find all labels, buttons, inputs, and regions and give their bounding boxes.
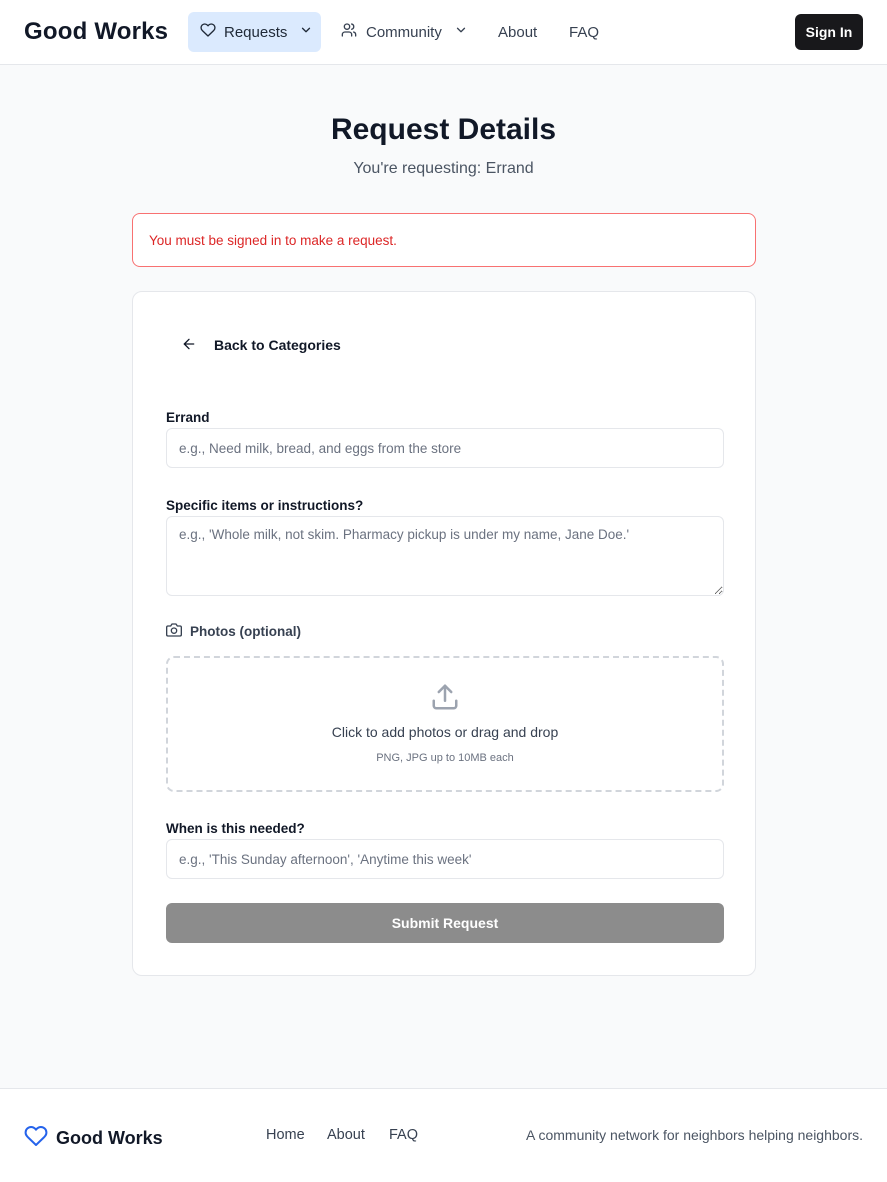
footer: Good Works Home About FAQ A community ne… <box>0 1088 887 1182</box>
sign-in-button[interactable]: Sign In <box>795 14 863 50</box>
footer-home-link[interactable]: Home <box>266 1127 305 1143</box>
alert-message: You must be signed in to make a request. <box>149 232 397 248</box>
top-nav-bar: Good Works Requests Community About FAQ … <box>0 0 887 65</box>
footer-faq-link[interactable]: FAQ <box>389 1127 418 1143</box>
back-to-categories-button[interactable]: Back to Categories <box>181 333 341 357</box>
nav-requests-dropdown[interactable]: Requests <box>188 12 321 52</box>
instructions-textarea[interactable] <box>166 516 724 596</box>
nav-about-link[interactable]: About <box>498 12 537 52</box>
when-needed-input[interactable] <box>166 839 724 879</box>
dropzone-text: Click to add photos or drag and drop <box>331 724 559 740</box>
brand-logo[interactable]: Good Works <box>24 18 168 46</box>
page-subtitle: You're requesting: Errand <box>353 160 534 177</box>
chevron-down-icon <box>454 23 468 41</box>
chevron-down-icon <box>299 23 313 41</box>
arrow-left-icon <box>181 336 197 355</box>
footer-about-link[interactable]: About <box>327 1127 365 1143</box>
request-form-card: Back to Categories Errand Specific items… <box>132 291 756 976</box>
upload-icon <box>430 682 460 717</box>
footer-tagline: A community network for neighbors helpin… <box>526 1127 863 1143</box>
sign-in-required-alert: You must be signed in to make a request. <box>132 213 756 267</box>
errand-label: Errand <box>166 410 210 425</box>
heart-icon <box>24 1124 48 1153</box>
nav-faq-link[interactable]: FAQ <box>569 12 599 52</box>
nav-community-dropdown[interactable]: Community <box>332 12 472 52</box>
photos-label-text: Photos (optional) <box>190 624 301 639</box>
nav-requests-label: Requests <box>224 23 288 41</box>
submit-request-button[interactable]: Submit Request <box>166 903 724 943</box>
when-needed-label: When is this needed? <box>166 821 305 836</box>
footer-brand[interactable]: Good Works <box>24 1124 163 1153</box>
heart-icon <box>200 22 216 42</box>
nav-community-label: Community <box>366 23 442 41</box>
footer-brand-label: Good Works <box>56 1128 163 1148</box>
photo-upload-dropzone[interactable]: Click to add photos or drag and drop PNG… <box>166 656 724 792</box>
page-title: Request Details <box>330 113 557 146</box>
back-label: Back to Categories <box>214 337 341 353</box>
dropzone-hint: PNG, JPG up to 10MB each <box>376 752 514 764</box>
camera-icon <box>166 622 182 641</box>
photos-label: Photos (optional) <box>166 622 301 641</box>
instructions-label: Specific items or instructions? <box>166 498 364 513</box>
users-icon <box>340 22 358 42</box>
errand-input[interactable] <box>166 428 724 468</box>
